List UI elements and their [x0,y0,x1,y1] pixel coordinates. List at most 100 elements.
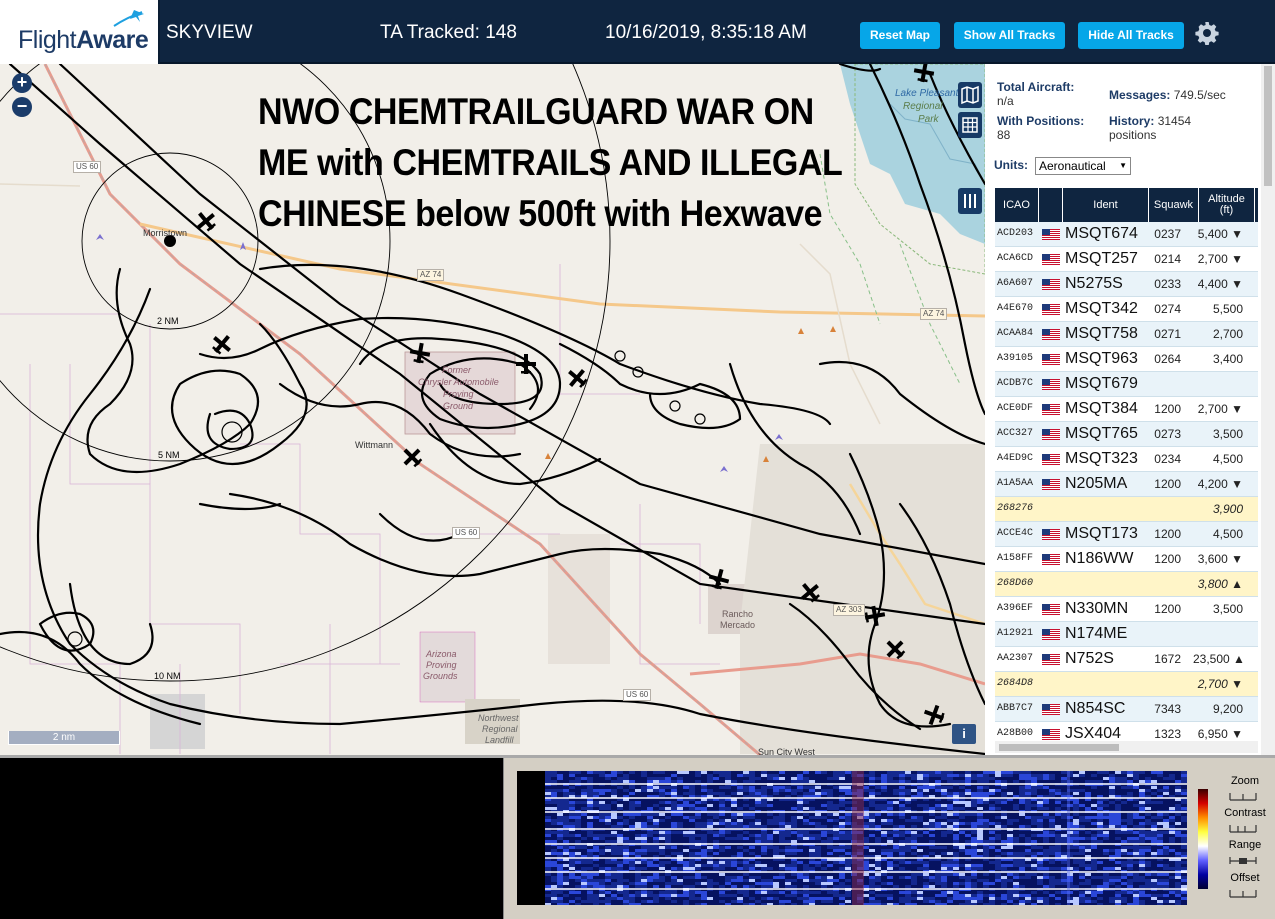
table-row[interactable]: A39105 MSQT963 0264 3,400 [995,347,1258,372]
table-row[interactable]: ACE0DF MSQT384 1200 2,700 ▼ [995,397,1258,422]
icao-cell: A1A5AA [997,478,1034,489]
table-row[interactable]: 268D60 3,800 ▲ [995,572,1258,597]
column-toggle-button[interactable] [958,188,982,214]
zoom-out-button[interactable]: − [12,97,32,117]
icao-cell: A12921 [997,628,1034,639]
squawk-cell: 1200 [1154,602,1181,616]
us-flag-icon [1042,304,1060,315]
table-row[interactable]: AA2307 N752S 1672 23,500 ▲ [995,647,1258,672]
total-aircraft-value: n/a [997,94,1014,108]
squawk-cell: 0273 [1154,427,1181,441]
messages-stat: Messages: 749.5/sec [1109,88,1226,102]
units-label: Units: [994,158,1028,172]
hscroll-thumb[interactable] [999,744,1119,751]
ring-2nm-label: 2 NM [157,316,179,326]
us-flag-icon [1042,704,1060,715]
total-aircraft-label: Total Aircraft: [997,80,1075,94]
ident-cell: N330MN [1065,600,1129,617]
altitude-cell: 23,500 ▲ [1193,652,1245,666]
reset-map-button[interactable]: Reset Map [860,22,940,49]
table-row[interactable]: ACAA84 MSQT758 0271 2,700 [995,322,1258,347]
chrysler-label-1: Former [442,365,471,375]
table-horizontal-scrollbar[interactable] [995,741,1258,753]
show-all-tracks-button[interactable]: Show All Tracks [954,22,1065,49]
offset-label: Offset [1230,872,1260,884]
map-info-button[interactable]: i [952,724,976,744]
zoom-in-button[interactable]: + [12,73,32,93]
range-slider[interactable] [1229,855,1257,865]
table-row[interactable]: A158FF N186WW 1200 3,600 ▼ [995,547,1258,572]
az303-shield: AZ 303 [833,604,865,616]
ident-cell: MSQT765 [1065,425,1138,442]
col-flag[interactable] [1039,188,1063,222]
table-row[interactable]: A6A607 N5275S 0233 4,400 ▼ [995,272,1258,297]
history-unit: positions [1109,128,1157,142]
hide-all-tracks-button[interactable]: Hide All Tracks [1078,22,1184,49]
altitude-cell: 2,700 ▼ [1197,402,1243,416]
squawk-cell [1145,497,1181,521]
table-row[interactable]: ABB7C7 N854SC 7343 9,200 [995,697,1258,722]
units-select[interactable]: Aeronautical [1035,157,1131,175]
table-row[interactable]: 2684D8 2,700 ▼ [995,672,1258,697]
table-row[interactable]: ACA6CD MSQT257 0214 2,700 ▼ [995,247,1258,272]
vscroll-thumb[interactable] [1264,66,1272,186]
tracked-count: TA Tracked: 148 [380,22,517,43]
map-layers-button[interactable] [958,82,982,108]
contrast-label: Contrast [1224,807,1266,819]
us-flag-icon [1042,354,1060,365]
grid-icon [962,117,978,133]
units-value: Aeronautical [1039,159,1106,173]
offset-slider[interactable] [1229,888,1257,898]
col-icao[interactable]: ICAO [995,188,1039,222]
icao-cell: ACAA84 [997,328,1034,339]
table-row[interactable]: ACC327 MSQT765 0273 3,500 [995,422,1258,447]
table-row[interactable]: A1A5AA N205MA 1200 4,200 ▼ [995,472,1258,497]
us-flag-icon [1042,379,1060,390]
zoom-slider[interactable] [1229,791,1257,801]
us-flag-icon [1042,329,1060,340]
az-proving-label-3: Grounds [423,671,458,681]
altitude-cell: 4,500 [1212,527,1243,541]
squawk-cell: 1200 [1154,402,1181,416]
table-row[interactable]: ACDB7C MSQT679 [995,372,1258,397]
table-row[interactable]: A396EF N330MN 1200 3,500 [995,597,1258,622]
squawk-cell [1145,672,1181,696]
col-squawk[interactable]: Squawk [1149,188,1199,222]
altitude-cell: 4,200 ▼ [1197,477,1243,491]
table-row[interactable]: A4ED9C MSQT323 0234 4,500 [995,447,1258,472]
wittmann-label: Wittmann [355,440,394,450]
sidebar-vertical-scrollbar[interactable] [1261,64,1275,755]
ident-cell: MSQT963 [1065,350,1138,367]
flightaware-logo[interactable]: FlightAware [0,0,160,64]
map-grid-button[interactable] [958,112,982,138]
icao-cell: A158FF [997,553,1034,564]
ident-cell: N205MA [1065,475,1128,492]
col-altitude[interactable]: Altitude (ft) [1199,188,1255,222]
icao-cell: AA2307 [997,653,1034,664]
altitude-cell: 3,600 ▼ [1197,552,1243,566]
contrast-slider[interactable] [1229,823,1257,833]
col-ident[interactable]: Ident [1063,188,1149,222]
ring-5nm-label: 5 NM [158,450,180,460]
ident-cell: N174ME [1065,625,1128,642]
table-row[interactable]: ACCE4C MSQT173 1200 4,500 [995,522,1258,547]
altitude-cell: 4,500 [1212,452,1243,466]
table-row[interactable]: A12921 N174ME [995,622,1258,647]
us60-shield-b: US 60 [452,527,481,539]
table-row[interactable]: A4E670 MSQT342 0274 5,500 [995,297,1258,322]
range-label: Range [1228,839,1262,851]
app-name: SKYVIEW [166,22,253,43]
waterfall-canvas [545,771,1187,905]
waterfall-spectrum[interactable] [517,771,1187,905]
heading-line-2: ME with CHEMTRAILS AND ILLEGAL [258,142,843,183]
map-view[interactable]: Lake Pleasant Regional Park Morristown W… [0,64,985,755]
squawk-cell: 1200 [1154,477,1181,491]
table-row[interactable]: ACD203 MSQT674 0237 5,400 ▼ [995,222,1258,247]
us-flag-icon [1042,629,1060,640]
squawk-cell: 1200 [1154,527,1181,541]
icao-cell: 268276 [997,503,1034,514]
ident-cell: MSQT758 [1065,325,1138,342]
gear-icon[interactable] [1195,21,1219,45]
altitude-cell: 3,500 [1212,602,1243,616]
table-row[interactable]: 268276 3,900 [995,497,1258,522]
